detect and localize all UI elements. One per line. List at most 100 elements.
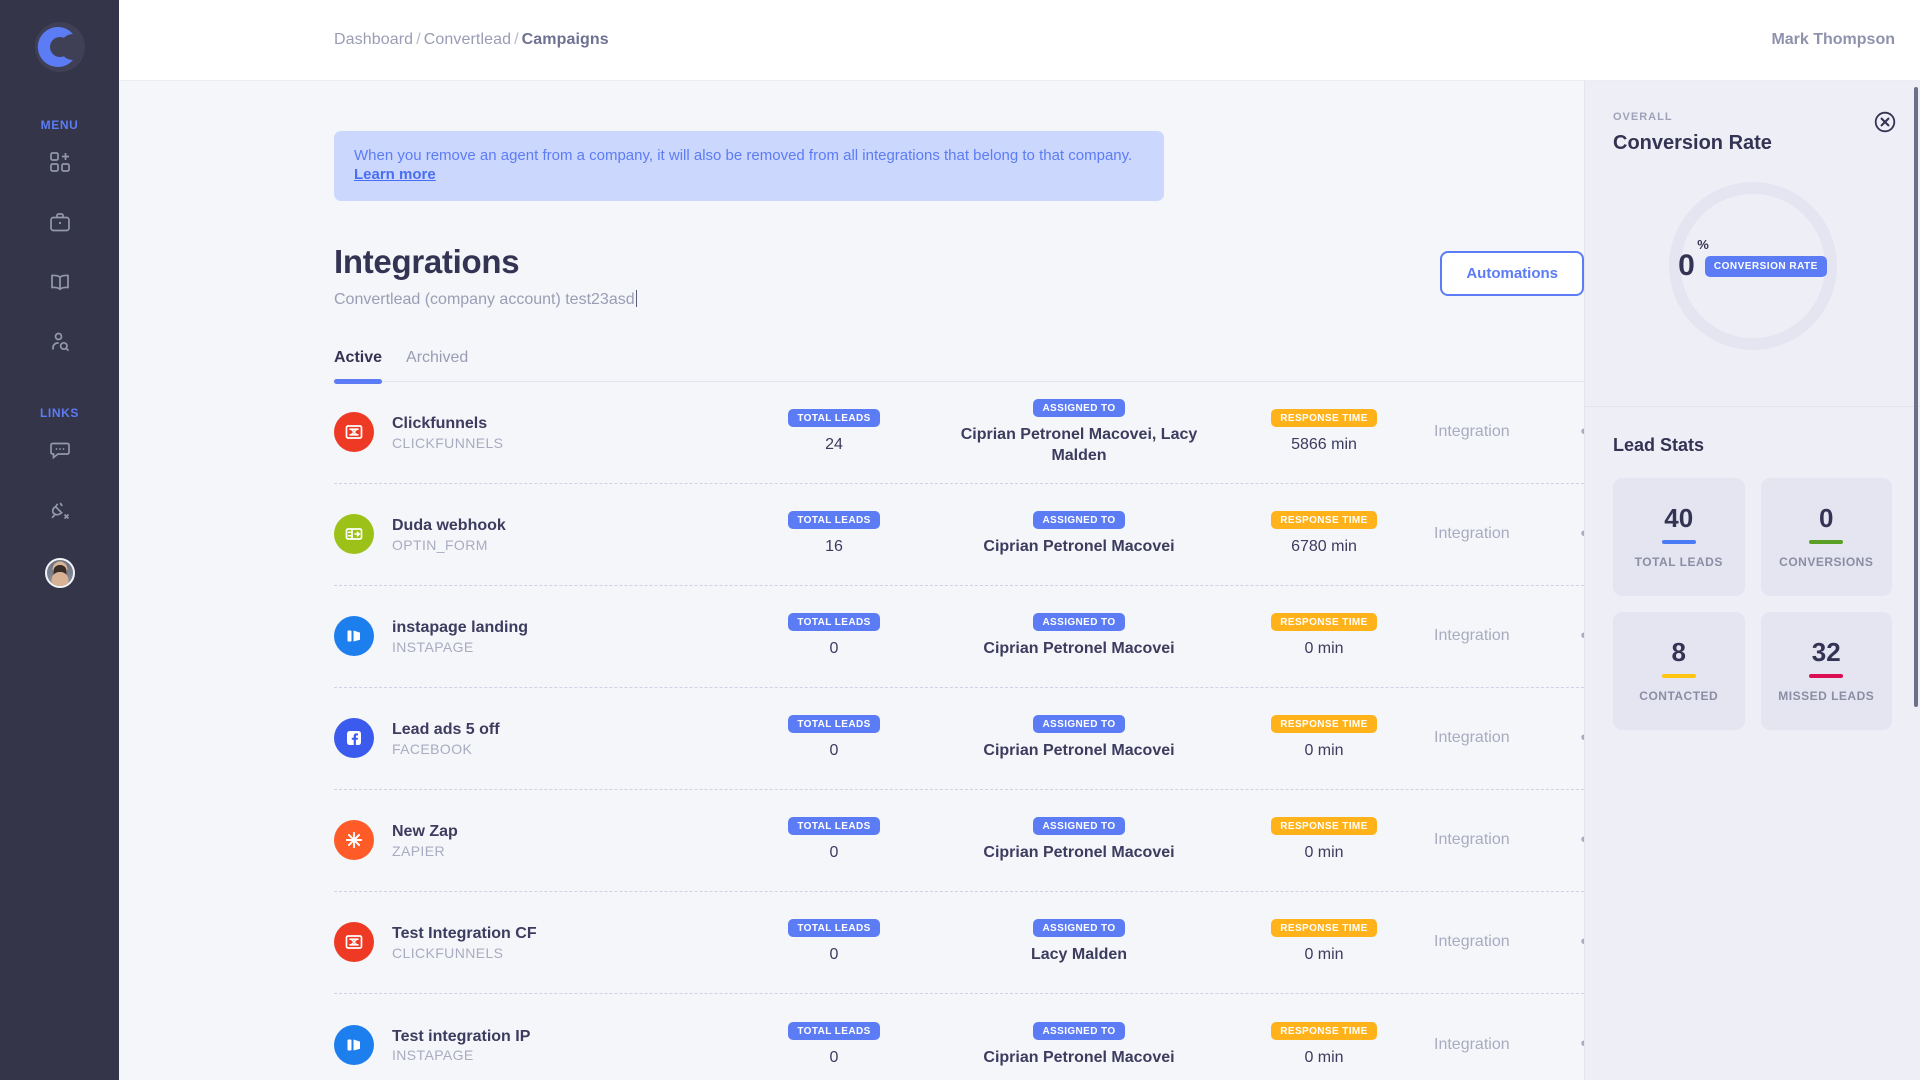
- table-row[interactable]: Lead ads 5 off FACEBOOK TOTAL LEADS 0 ASSIGN…: [334, 688, 1584, 790]
- integration-name: Lead ads 5 off: [392, 721, 500, 739]
- stat-label: MISSED LEADS: [1778, 689, 1875, 703]
- sidebar-links-label: LINKS: [40, 406, 79, 420]
- clickfunnels-icon: [334, 922, 374, 962]
- assigned-to-badge: ASSIGNED TO: [1033, 817, 1125, 836]
- convertlead-logo[interactable]: [31, 18, 89, 76]
- row-menu-cell: •••: [1564, 1034, 1584, 1055]
- sidebar-item-dashboard[interactable]: [32, 136, 88, 192]
- close-icon[interactable]: [1874, 111, 1896, 133]
- breadcrumb-item-dashboard[interactable]: Dashboard: [334, 31, 413, 48]
- integration-type: CLICKFUNNELS: [392, 944, 504, 961]
- response-time-badge: RESPONSE TIME: [1271, 1021, 1377, 1040]
- response-time-cell: RESPONSE TIME 0 min: [1224, 918, 1424, 966]
- response-time-badge: RESPONSE TIME: [1271, 409, 1377, 428]
- total-leads-cell: TOTAL LEADS 0: [734, 816, 934, 864]
- response-time-cell: RESPONSE TIME 0 min: [1224, 1021, 1424, 1069]
- total-leads-badge: TOTAL LEADS: [788, 613, 880, 632]
- tabs: Active Archived: [334, 349, 1584, 384]
- table-row[interactable]: New Zap ZAPIER TOTAL LEADS 0 ASSIGNED TO Cipr…: [334, 790, 1584, 892]
- assigned-to-badge: ASSIGNED TO: [1033, 715, 1125, 734]
- table-row[interactable]: Test Integration CF CLICKFUNNELS TOTAL LEA…: [334, 892, 1584, 994]
- plug-disconnected-icon: [49, 499, 71, 526]
- integration-name: Test integration IP: [392, 1027, 531, 1045]
- integration-identity: Lead ads 5 off FACEBOOK: [334, 718, 734, 758]
- sidebar-item-library[interactable]: [32, 256, 88, 312]
- total-leads-cell: TOTAL LEADS 0: [734, 714, 934, 762]
- total-leads-value: 0: [829, 640, 839, 658]
- alert-text: When you remove an agent from a company,…: [354, 147, 1133, 164]
- stat-value: 0: [1819, 503, 1834, 533]
- response-time-value: 0 min: [1304, 1048, 1344, 1066]
- integration-identity: Duda webhook OPTIN_FORM: [334, 514, 734, 554]
- total-leads-value: 0: [829, 742, 839, 760]
- integration-identity: Test Integration CF CLICKFUNNELS: [334, 922, 734, 962]
- total-leads-badge: TOTAL LEADS: [788, 511, 880, 530]
- company-name-input[interactable]: Convertlead (company account) test23asd: [334, 289, 637, 309]
- assigned-to-cell: ASSIGNED TO Ciprian Petronel Macovei: [934, 714, 1224, 762]
- table-row[interactable]: Clickfunnels CLICKFUNNELS TOTAL LEADS 24 ASS…: [334, 382, 1584, 484]
- user-menu[interactable]: Mark Thompson: [1771, 31, 1895, 49]
- tab-active[interactable]: Active: [334, 349, 383, 384]
- stat-card: 40 TOTAL LEADS: [1613, 478, 1745, 596]
- assigned-to-badge: ASSIGNED TO: [1033, 919, 1125, 938]
- response-time-value: 0 min: [1304, 844, 1344, 862]
- info-alert: When you remove an agent from a company,…: [334, 131, 1164, 201]
- response-time-value: 0 min: [1304, 946, 1344, 964]
- response-time-badge: RESPONSE TIME: [1271, 919, 1377, 938]
- breadcrumb-item-convertlead[interactable]: Convertlead: [424, 31, 511, 48]
- response-time-cell: RESPONSE TIME 0 min: [1224, 612, 1424, 660]
- assigned-to-value: Lacy Malden: [1030, 946, 1128, 964]
- assigned-to-value: Ciprian Petronel Macovei, Lacy Malden: [960, 425, 1198, 464]
- stat-value: 8: [1671, 637, 1686, 667]
- sidebar-item-chat[interactable]: [32, 424, 88, 480]
- response-time-badge: RESPONSE TIME: [1271, 511, 1377, 530]
- table-row[interactable]: Test integration IP INSTAPAGE TOTAL LEADS 0…: [334, 994, 1584, 1080]
- assigned-to-badge: ASSIGNED TO: [1033, 613, 1125, 632]
- sidebar: MENU LINKS: [0, 0, 119, 1080]
- response-time-value: 0 min: [1304, 742, 1344, 760]
- total-leads-badge: TOTAL LEADS: [788, 817, 880, 836]
- assigned-to-value: Ciprian Petronel Macovei: [983, 742, 1175, 760]
- conversion-rate-card: OVERALL Conversion Rate 0 % CONVERSION R…: [1585, 81, 1920, 407]
- table-row[interactable]: instapage landing INSTAPAGE TOTAL LEADS 0 AS…: [334, 586, 1584, 688]
- sidebar-item-agents[interactable]: [32, 316, 88, 372]
- assigned-to-cell: ASSIGNED TO Ciprian Petronel Macovei: [934, 612, 1224, 660]
- sidebar-item-companies[interactable]: [32, 196, 88, 252]
- response-time-value: 6780 min: [1291, 538, 1357, 556]
- integration-type: INSTAPAGE: [392, 638, 474, 655]
- avatar[interactable]: [44, 558, 75, 588]
- breadcrumb-item-campaigns[interactable]: Campaigns: [522, 31, 609, 48]
- stat-label: CONTACTED: [1639, 689, 1719, 703]
- sidebar-item-integrations[interactable]: [32, 484, 88, 540]
- assigned-to-cell: ASSIGNED TO Ciprian Petronel Macovei: [934, 510, 1224, 558]
- total-leads-cell: TOTAL LEADS 0: [734, 918, 934, 966]
- page-title: Integrations: [334, 242, 520, 280]
- integration-kind: Integration: [1434, 729, 1510, 746]
- assigned-to-badge: ASSIGNED TO: [1033, 398, 1125, 417]
- user-search-icon: [49, 331, 71, 358]
- assigned-to-cell: ASSIGNED TO Ciprian Petronel Macovei, Lac…: [934, 398, 1224, 467]
- automations-button[interactable]: Automations: [1440, 250, 1584, 296]
- content-area: When you remove an agent from a company,…: [119, 81, 1584, 1080]
- response-time-value: 0 min: [1304, 640, 1344, 658]
- assigned-to-badge: ASSIGNED TO: [1033, 511, 1125, 530]
- total-leads-badge: TOTAL LEADS: [788, 409, 880, 428]
- row-menu-cell: •••: [1564, 830, 1584, 851]
- response-time-cell: RESPONSE TIME 0 min: [1224, 714, 1424, 762]
- stat-color-rule: [1661, 540, 1696, 544]
- total-leads-cell: TOTAL LEADS 24: [734, 408, 934, 456]
- total-leads-value: 0: [829, 1048, 839, 1066]
- tab-archived[interactable]: Archived: [406, 349, 468, 381]
- grid-plus-icon: [49, 151, 71, 178]
- table-row[interactable]: Duda webhook OPTIN_FORM TOTAL LEADS 16 ASSIG…: [334, 484, 1584, 586]
- alert-learn-more-link[interactable]: Learn more: [354, 166, 436, 183]
- conversion-donut-chart: 0 % CONVERSION RATE: [1664, 177, 1842, 355]
- donut-center-label: 0 % CONVERSION RATE: [1664, 177, 1842, 355]
- assigned-to-cell: ASSIGNED TO Ciprian Petronel Macovei: [934, 816, 1224, 864]
- response-time-cell: RESPONSE TIME 0 min: [1224, 816, 1424, 864]
- panel-scrollbar[interactable]: [1914, 87, 1918, 707]
- conversion-rate-title: Conversion Rate: [1613, 132, 1772, 154]
- body-row: When you remove an agent from a company,…: [119, 81, 1920, 1080]
- donut-number: 0: [1678, 249, 1695, 282]
- total-leads-cell: TOTAL LEADS 0: [734, 1021, 934, 1069]
